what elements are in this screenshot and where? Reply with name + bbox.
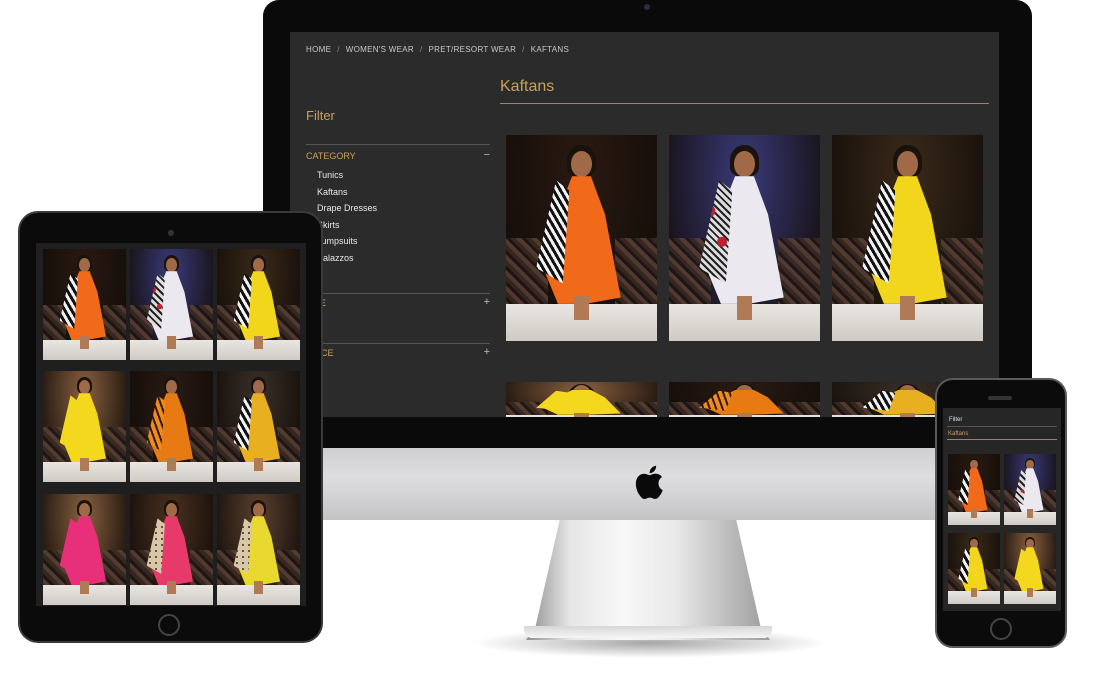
- product-thumb[interactable]: [43, 249, 126, 360]
- product-thumb[interactable]: [217, 494, 300, 605]
- model-orange-stripe-photo: [130, 371, 213, 482]
- tablet-home-button[interactable]: [158, 614, 180, 636]
- category-filter-header[interactable]: CATEGORY −: [306, 144, 490, 161]
- breadcrumb: HOME / WOMEN'S WEAR / PRET/RESORT WEAR /…: [306, 45, 569, 54]
- product-thumb[interactable]: [948, 454, 1000, 525]
- product-thumb[interactable]: [130, 249, 213, 360]
- mobile-page-title: Kaftans: [948, 431, 969, 437]
- product-thumb[interactable]: [217, 371, 300, 482]
- model-pink-dress-photo: [43, 494, 126, 605]
- product-thumb[interactable]: [1004, 533, 1056, 604]
- product-thumb[interactable]: [130, 371, 213, 482]
- breadcrumb-womens-wear[interactable]: WOMEN'S WEAR: [346, 45, 414, 54]
- product-thumb[interactable]: [43, 371, 126, 482]
- desktop-screen: HOME / WOMEN'S WEAR / PRET/RESORT WEAR /…: [290, 32, 999, 417]
- product-thumb[interactable]: [1004, 454, 1056, 525]
- model-yellow-kaftan-photo: [832, 135, 983, 341]
- model-pink-white-print-photo: [130, 494, 213, 605]
- model-floral-print-kaftan-photo: [1004, 454, 1056, 525]
- imac-camera: [644, 4, 650, 10]
- product-thumb[interactable]: [43, 494, 126, 605]
- product-card[interactable]: [506, 135, 657, 341]
- product-card[interactable]: [832, 135, 983, 341]
- mobile-divider: [947, 426, 1057, 427]
- category-item-palazzos[interactable]: Palazzos: [317, 253, 377, 270]
- model-yellow-ombre-kaftan-photo: [217, 371, 300, 482]
- category-filter-label: CATEGORY: [306, 151, 356, 161]
- expand-icon[interactable]: +: [484, 347, 490, 358]
- filter-title: Filter: [306, 108, 335, 123]
- tablet-camera: [168, 230, 174, 236]
- price-filter-header[interactable]: PRICE +: [306, 343, 490, 358]
- breadcrumb-kaftans: KAFTANS: [530, 45, 570, 54]
- product-thumb[interactable]: [217, 249, 300, 360]
- model-orange-kaftan-photo: [43, 249, 126, 360]
- category-item-drape-dresses[interactable]: Drape Dresses: [317, 203, 377, 220]
- category-item-tunics[interactable]: Tunics: [317, 170, 377, 187]
- model-yellow-drape-photo: [1004, 533, 1056, 604]
- model-yellow-kaftan-photo: [217, 249, 300, 360]
- title-divider: [500, 103, 989, 104]
- collapse-icon[interactable]: −: [484, 150, 490, 161]
- model-yellow-drape-photo: [506, 382, 657, 417]
- model-yellow-white-dress-photo: [217, 494, 300, 605]
- product-card[interactable]: [506, 382, 657, 417]
- model-floral-print-kaftan-photo: [130, 249, 213, 360]
- product-card[interactable]: [669, 135, 820, 341]
- model-floral-print-kaftan-photo: [669, 135, 820, 341]
- expand-icon[interactable]: +: [484, 297, 490, 308]
- category-item-kaftans[interactable]: Kaftans: [317, 187, 377, 204]
- model-orange-kaftan-photo: [506, 135, 657, 341]
- phone-screen: Filter Kaftans: [943, 408, 1061, 611]
- imac-stand: [526, 518, 770, 640]
- page-title: Kaftans: [500, 78, 555, 95]
- mobile-filter-button[interactable]: Filter: [949, 417, 962, 423]
- category-item-skirts[interactable]: Skirts: [317, 220, 377, 237]
- size-filter-header[interactable]: SIZE +: [306, 293, 490, 308]
- product-thumb[interactable]: [948, 533, 1000, 604]
- model-yellow-drape-photo: [43, 371, 126, 482]
- mobile-title-divider: [947, 439, 1057, 440]
- breadcrumb-separator: /: [522, 45, 525, 54]
- phone-home-button[interactable]: [990, 618, 1012, 640]
- breadcrumb-home[interactable]: HOME: [306, 45, 331, 54]
- product-thumb[interactable]: [130, 494, 213, 605]
- model-yellow-kaftan-photo: [948, 533, 1000, 604]
- category-item-jumpsuits[interactable]: Jumpsuits: [317, 236, 377, 253]
- product-card[interactable]: [669, 382, 820, 417]
- model-orange-kaftan-photo: [948, 454, 1000, 525]
- breadcrumb-separator: /: [419, 45, 423, 54]
- imac-stand-foot: [524, 626, 772, 638]
- breadcrumb-separator: /: [337, 45, 340, 54]
- model-orange-stripe-photo: [669, 382, 820, 417]
- category-list: Tunics Kaftans Drape Dresses Skirts Jump…: [317, 170, 377, 270]
- phone-speaker: [988, 396, 1012, 400]
- apple-logo-icon: [635, 465, 663, 500]
- breadcrumb-pret-resort-wear[interactable]: PRET/RESORT WEAR: [429, 45, 517, 54]
- tablet-screen: [36, 243, 306, 606]
